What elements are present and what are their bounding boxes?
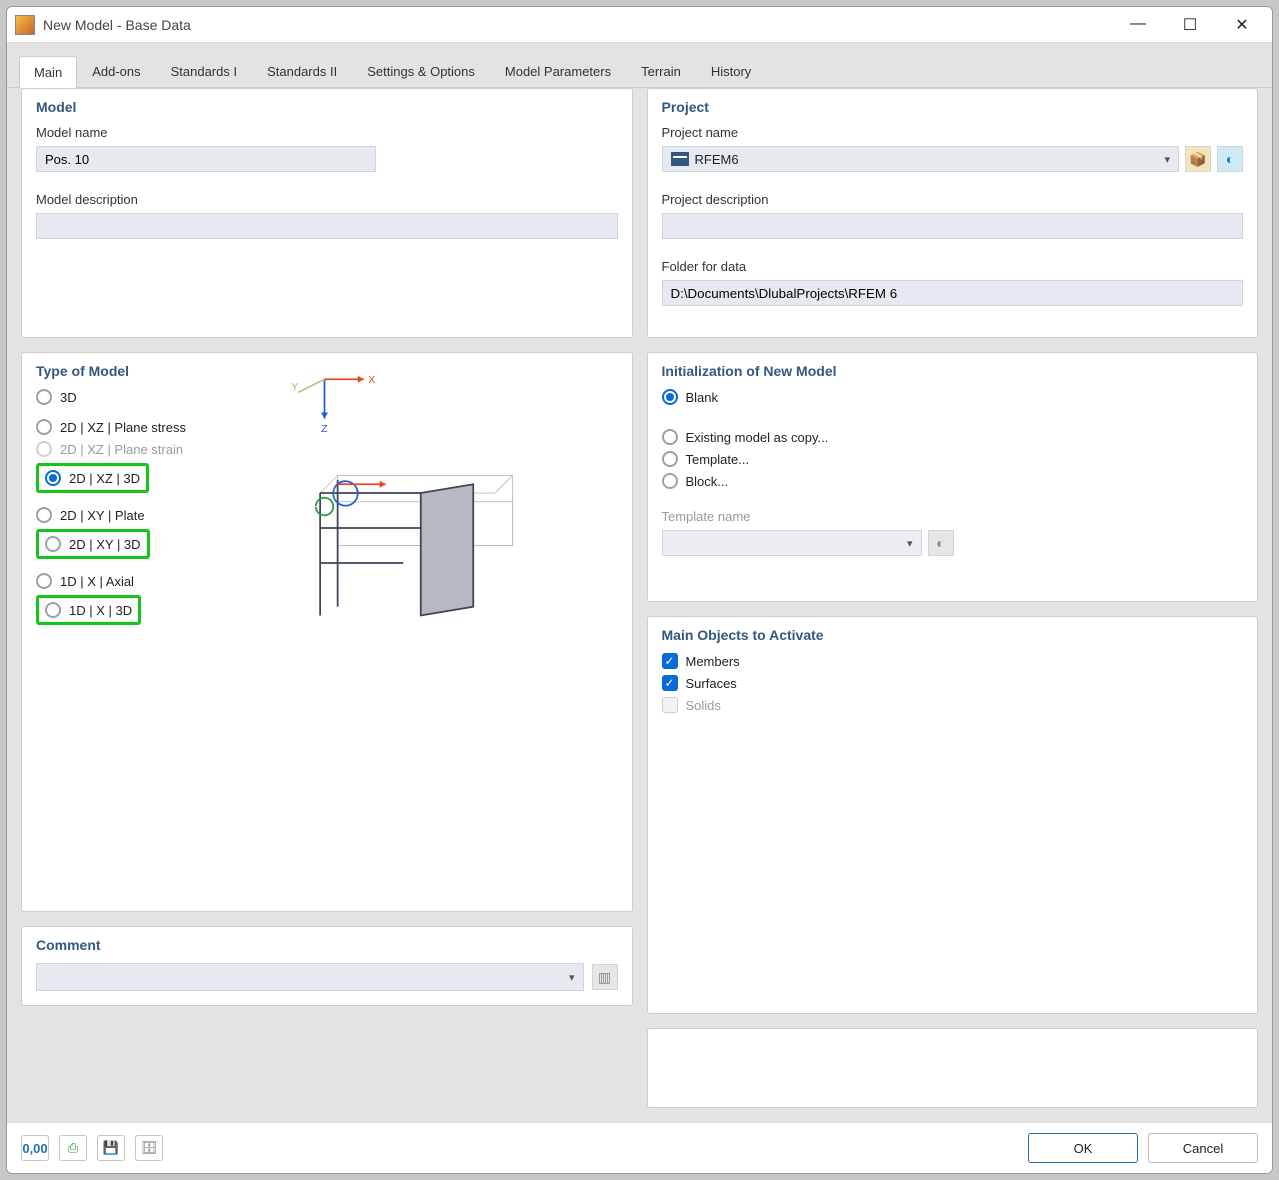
model-panel: Model Model name Model description (21, 88, 633, 338)
ok-button[interactable]: OK (1028, 1133, 1138, 1163)
comment-library-button[interactable]: ▥ (592, 964, 618, 990)
svg-text:Y: Y (291, 381, 298, 393)
folder-input[interactable] (662, 280, 1244, 306)
project-name-label: Project name (662, 125, 1244, 140)
project-desc-input[interactable] (662, 213, 1244, 239)
comment-select[interactable]: ▾ (36, 963, 584, 991)
minimize-button[interactable]: ― (1124, 15, 1152, 35)
radio-init-template[interactable]: Template... (662, 451, 1244, 467)
project-icon (671, 152, 689, 166)
window-title: New Model - Base Data (43, 17, 191, 33)
comment-title: Comment (36, 937, 618, 953)
radio-2d-xz-3d[interactable]: 2D | XZ | 3D (45, 470, 140, 486)
close-button[interactable]: ✕ (1228, 15, 1256, 35)
project-panel: Project Project name RFEM6 ▾ 📦 ◐ Project… (647, 88, 1259, 338)
model-desc-input[interactable] (36, 213, 618, 239)
project-desc-label: Project description (662, 192, 1244, 207)
radio-init-blank[interactable]: Blank (662, 389, 1244, 405)
folder-label: Folder for data (662, 259, 1244, 274)
chevron-down-icon: ▾ (1164, 153, 1170, 166)
tab-model-parameters[interactable]: Model Parameters (490, 55, 626, 87)
save-button-2[interactable]: 💾 (97, 1135, 125, 1161)
radio-init-existing[interactable]: Existing model as copy... (662, 429, 1244, 445)
radio-2d-xy-3d[interactable]: 2D | XY | 3D (45, 536, 141, 552)
tab-addons[interactable]: Add-ons (77, 55, 155, 87)
checkbox-members[interactable]: ✓ Members (662, 653, 1244, 669)
objects-panel-title: Main Objects to Activate (662, 627, 1244, 643)
app-icon (15, 15, 35, 35)
save-button-1[interactable]: ⎙ (59, 1135, 87, 1161)
model-panel-title: Model (36, 99, 618, 115)
tab-standards-1[interactable]: Standards I (156, 55, 253, 87)
maximize-button[interactable]: ☐ (1176, 15, 1204, 35)
init-panel-title: Initialization of New Model (662, 363, 1244, 379)
svg-text:Z: Z (321, 423, 328, 435)
checkbox-surfaces[interactable]: ✓ Surfaces (662, 675, 1244, 691)
chevron-down-icon: ▾ (907, 537, 913, 550)
tab-settings-options[interactable]: Settings & Options (352, 55, 490, 87)
initialization-panel: Initialization of New Model Blank Existi… (647, 352, 1259, 602)
template-name-label: Template name (662, 509, 1244, 524)
model-name-input[interactable] (36, 146, 376, 172)
database-button[interactable]: 🗄 (135, 1135, 163, 1161)
project-name-select[interactable]: RFEM6 ▾ (662, 146, 1180, 172)
tab-standards-2[interactable]: Standards II (252, 55, 352, 87)
model-preview-icon: X Z Y (272, 353, 552, 633)
chevron-down-icon: ▾ (569, 971, 575, 984)
template-select: ▾ (662, 530, 922, 556)
empty-panel (647, 1028, 1259, 1108)
main-objects-panel: Main Objects to Activate ✓ Members ✓ Sur… (647, 616, 1259, 1014)
units-button[interactable]: 0,00 (21, 1135, 49, 1161)
titlebar: New Model - Base Data ― ☐ ✕ (7, 7, 1272, 43)
template-browse-button: ◐ (928, 530, 954, 556)
svg-text:X: X (368, 374, 375, 386)
model-desc-label: Model description (36, 192, 618, 207)
radio-init-block[interactable]: Block... (662, 473, 1244, 489)
footer: 0,00 ⎙ 💾 🗄 OK Cancel (7, 1122, 1272, 1173)
checkbox-solids: Solids (662, 697, 1244, 713)
project-manager-button[interactable]: 📦 (1185, 146, 1211, 172)
model-name-label: Model name (36, 125, 618, 140)
project-cloud-button[interactable]: ◐ (1217, 146, 1243, 172)
comment-panel: Comment ▾ ▥ (21, 926, 633, 1006)
project-panel-title: Project (662, 99, 1244, 115)
tabbar: Main Add-ons Standards I Standards II Se… (7, 43, 1272, 88)
tab-main[interactable]: Main (19, 56, 77, 88)
cancel-button[interactable]: Cancel (1148, 1133, 1258, 1163)
type-of-model-panel: Type of Model 3D 2D | XZ | Plane stress … (21, 352, 633, 912)
tab-terrain[interactable]: Terrain (626, 55, 696, 87)
radio-1d-x-3d[interactable]: 1D | X | 3D (45, 602, 132, 618)
tab-history[interactable]: History (696, 55, 766, 87)
